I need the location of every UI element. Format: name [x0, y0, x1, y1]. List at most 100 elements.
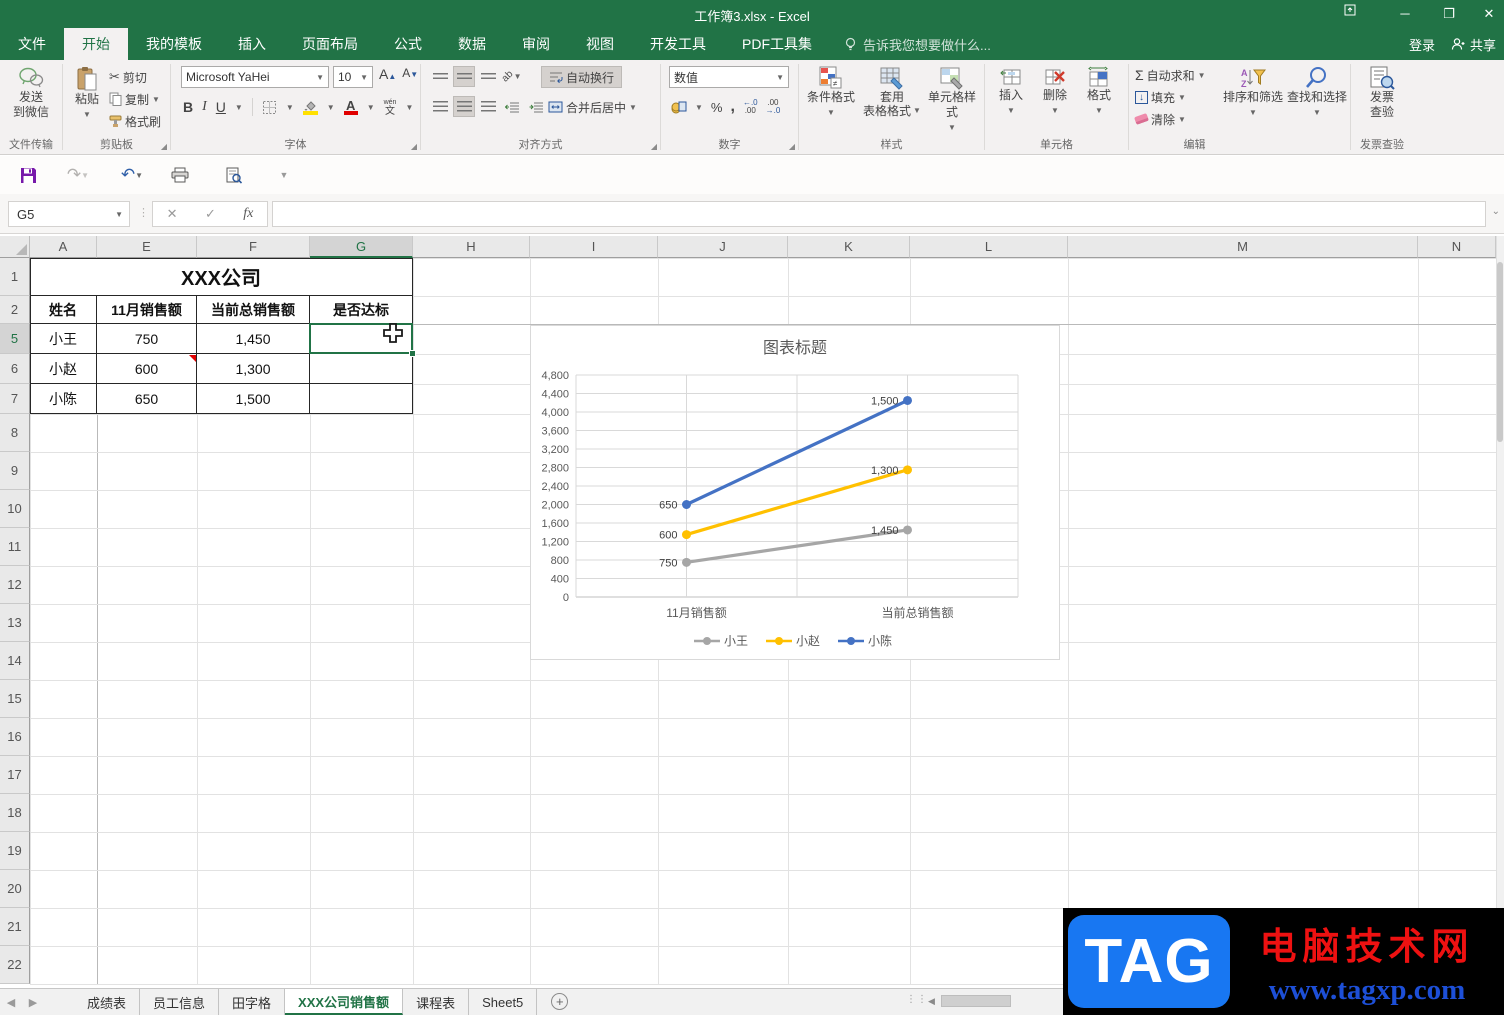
sheet-nav-right-icon[interactable]: ▶: [22, 989, 44, 1015]
column-header-K[interactable]: K: [788, 236, 910, 258]
close-button[interactable]: ✕: [1474, 4, 1504, 24]
row-header-14[interactable]: 14: [0, 642, 30, 680]
wrap-text-button[interactable]: 自动换行: [541, 66, 623, 88]
qat-overflow-icon[interactable]: ▼: [276, 162, 292, 188]
menu-tab-3[interactable]: 我的模板: [128, 28, 220, 60]
column-header-J[interactable]: J: [658, 236, 788, 258]
table-header-cell[interactable]: 姓名: [30, 296, 97, 324]
tabbar-splitter[interactable]: ⋮⋮: [906, 994, 928, 1005]
column-header-M[interactable]: M: [1068, 236, 1418, 258]
increase-decimal-button[interactable]: ←.0.00: [743, 99, 758, 115]
clipboard-dialog-launcher-icon[interactable]: ◢: [161, 142, 167, 151]
row-header-5[interactable]: 5: [0, 324, 30, 354]
print-preview-button[interactable]: [222, 162, 246, 188]
italic-button[interactable]: I: [202, 99, 207, 115]
sheet-tab-1[interactable]: 成绩表: [74, 989, 141, 1015]
insert-function-button[interactable]: fx: [243, 206, 253, 222]
column-header-E[interactable]: E: [97, 236, 197, 258]
save-button[interactable]: [16, 162, 40, 188]
align-top-button[interactable]: [429, 66, 451, 87]
table-cell[interactable]: 1,500: [197, 384, 310, 414]
sign-in-link[interactable]: 登录: [1409, 35, 1435, 54]
row-header-22[interactable]: 22: [0, 946, 30, 984]
row-header-11[interactable]: 11: [0, 528, 30, 566]
table-cell[interactable]: 1,300: [197, 354, 310, 384]
number-dialog-launcher-icon[interactable]: ◢: [789, 142, 795, 151]
conditional-formatting-button[interactable]: ≠ 条件格式 ▼: [803, 62, 859, 120]
cell-styles-button[interactable]: 单元格样式 ▼: [923, 62, 981, 135]
insert-cells-button[interactable]: 插入 ▼: [991, 62, 1031, 118]
invoice-check-button[interactable]: 发票 查验: [1351, 62, 1413, 120]
font-color-button[interactable]: A: [343, 99, 358, 115]
tell-me-box[interactable]: 告诉我您想要做什么...: [830, 28, 991, 60]
column-header-L[interactable]: L: [910, 236, 1068, 258]
delete-cells-button[interactable]: 删除 ▼: [1035, 62, 1075, 118]
decrease-decimal-button[interactable]: .00 →.0: [766, 99, 781, 115]
table-cell[interactable]: 1,450: [197, 324, 310, 354]
row-header-6[interactable]: 6: [0, 354, 30, 384]
align-bottom-button[interactable]: [477, 66, 499, 87]
horizontal-scrollbar-thumb[interactable]: [940, 995, 1011, 1007]
row-header-8[interactable]: 8: [0, 414, 30, 452]
format-painter-button[interactable]: 格式刷: [109, 110, 161, 132]
sheet-tab-4[interactable]: XXX公司销售额: [285, 989, 404, 1015]
underline-dropdown-icon[interactable]: ▼: [235, 103, 243, 112]
row-header-16[interactable]: 16: [0, 718, 30, 756]
menu-tab-7[interactable]: 数据: [440, 28, 504, 60]
borders-dropdown-icon[interactable]: ▼: [286, 103, 294, 112]
cut-button[interactable]: ✂ 剪切: [109, 66, 161, 88]
menu-tab-11[interactable]: PDF工具集: [724, 28, 830, 60]
table-cell[interactable]: [310, 354, 413, 384]
font-family-select[interactable]: Microsoft YaHei ▼: [181, 66, 329, 88]
shrink-font-button[interactable]: A▼: [402, 66, 418, 82]
table-header-cell[interactable]: 11月销售额: [97, 296, 197, 324]
accounting-format-icon[interactable]: [671, 100, 687, 114]
formula-bar-splitter[interactable]: ⋮: [138, 206, 150, 219]
redo-button[interactable]: ↷ ▼: [62, 162, 94, 188]
column-header-H[interactable]: H: [413, 236, 530, 258]
row-header-7[interactable]: 7: [0, 384, 30, 414]
font-color-dropdown-icon[interactable]: ▼: [367, 103, 375, 112]
sheet-tab-6[interactable]: Sheet5: [469, 989, 538, 1015]
column-header-N[interactable]: N: [1418, 236, 1496, 258]
print-button[interactable]: [168, 162, 192, 188]
formula-input[interactable]: [272, 201, 1486, 227]
ribbon-display-options-icon[interactable]: [1344, 4, 1374, 24]
table-header-cell[interactable]: 当前总销售额: [197, 296, 310, 324]
new-sheet-button[interactable]: +: [551, 993, 569, 1010]
row-header-19[interactable]: 19: [0, 832, 30, 870]
menu-tab-8[interactable]: 审阅: [504, 28, 568, 60]
fill-handle[interactable]: [409, 350, 416, 357]
sheet-tab-2[interactable]: 员工信息: [140, 989, 220, 1015]
paste-dropdown-icon[interactable]: ▼: [83, 107, 91, 122]
font-size-select[interactable]: 10 ▼: [333, 66, 373, 88]
table-cell[interactable]: 650: [97, 384, 197, 414]
format-cells-button[interactable]: 格式 ▼: [1079, 62, 1119, 118]
send-to-wechat-button[interactable]: 发送 到微信: [0, 62, 62, 120]
row-header-20[interactable]: 20: [0, 870, 30, 908]
row-header-17[interactable]: 17: [0, 756, 30, 794]
column-header-I[interactable]: I: [530, 236, 658, 258]
table-cell[interactable]: 750: [97, 324, 197, 354]
fill-button[interactable]: ↓ 填充 ▼: [1135, 86, 1206, 108]
decrease-indent-button[interactable]: [501, 96, 523, 117]
font-dialog-launcher-icon[interactable]: ◢: [411, 142, 417, 151]
row-header-2[interactable]: 2: [0, 296, 30, 324]
sort-filter-button[interactable]: AZ 排序和筛选 ▼: [1221, 62, 1285, 120]
row-header-18[interactable]: 18: [0, 794, 30, 832]
maximize-button[interactable]: ❐: [1434, 4, 1464, 24]
find-select-button[interactable]: 查找和选择 ▼: [1285, 62, 1349, 120]
menu-tab-9[interactable]: 视图: [568, 28, 632, 60]
formula-bar-expand-icon[interactable]: ⌄: [1492, 206, 1500, 217]
horizontal-scrollbar[interactable]: ◀: [924, 992, 1064, 1010]
menu-tab-2[interactable]: 开始: [64, 28, 128, 60]
sheet-tab-5[interactable]: 课程表: [403, 989, 470, 1015]
table-cell[interactable]: 600: [97, 354, 197, 384]
underline-button[interactable]: U: [216, 99, 226, 115]
menu-tab-10[interactable]: 开发工具: [632, 28, 724, 60]
menu-tab-5[interactable]: 页面布局: [284, 28, 376, 60]
confirm-entry-icon[interactable]: ✓: [205, 206, 216, 222]
cancel-entry-icon[interactable]: ✕: [167, 206, 178, 222]
row-header-1[interactable]: 1: [0, 258, 30, 296]
menu-tab-1[interactable]: 文件: [0, 28, 64, 60]
